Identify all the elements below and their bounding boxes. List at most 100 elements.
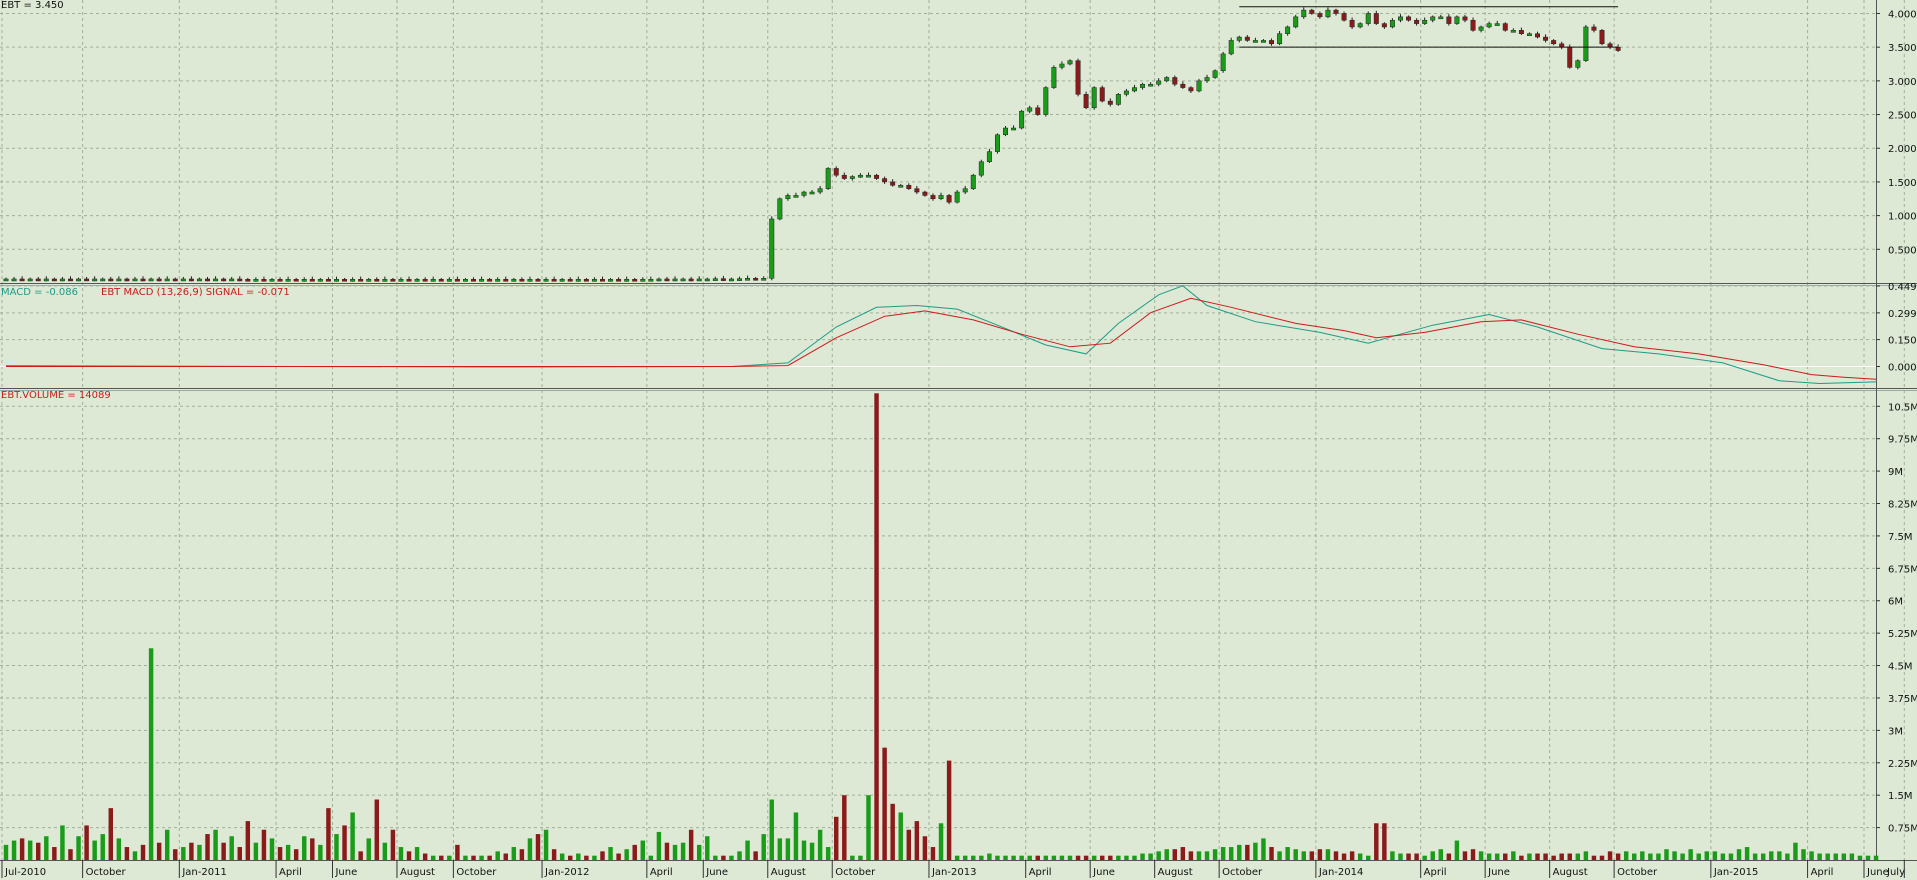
y-tick-label: 3.75M xyxy=(1888,694,1917,705)
volume-bar xyxy=(882,747,887,860)
candle-body xyxy=(1252,40,1258,43)
volume-bar xyxy=(1043,855,1049,860)
volume-bar xyxy=(293,849,299,860)
y-tick-label: 4.5M xyxy=(1888,662,1913,673)
volume-bar xyxy=(277,847,283,860)
candle-body xyxy=(712,278,718,281)
volume-bar xyxy=(1728,853,1734,860)
candle-body xyxy=(656,278,662,282)
candle-body xyxy=(100,278,106,282)
candle-body xyxy=(366,279,372,282)
volume-bar xyxy=(100,834,105,860)
candle-body xyxy=(1414,19,1420,24)
volume-bar xyxy=(551,849,557,860)
volume-bar xyxy=(1083,855,1089,860)
volume-bar xyxy=(809,842,815,860)
volume-bar xyxy=(1680,853,1685,860)
y-tick-label: 1.500 xyxy=(1888,178,1917,189)
candle-body xyxy=(229,278,235,282)
volume-bar xyxy=(1623,851,1629,860)
y-tick-label: 3.000 xyxy=(1888,77,1917,88)
volume-bar xyxy=(447,855,452,860)
candle-body xyxy=(1011,127,1017,131)
volume-bar xyxy=(1559,853,1564,860)
volume-bar xyxy=(914,821,920,860)
candle-body xyxy=(1365,13,1371,24)
volume-bar xyxy=(1760,853,1766,860)
volume-bar xyxy=(688,829,694,860)
candle-body xyxy=(1543,36,1549,41)
candle-body xyxy=(1317,13,1323,18)
x-tick-label: April xyxy=(1811,867,1834,878)
x-tick-label: Jan-2015 xyxy=(1713,867,1758,878)
volume-bar xyxy=(181,847,186,860)
candle-body xyxy=(817,188,823,193)
volume-bar xyxy=(753,851,758,860)
candle-body xyxy=(1470,19,1476,31)
volume-bar xyxy=(1269,847,1274,860)
candle-body xyxy=(221,278,227,282)
candle-body xyxy=(374,279,380,282)
macd-signal-label: EBT MACD (13,26,9) SIGNAL = -0.071 xyxy=(101,287,290,298)
volume-bar xyxy=(1051,855,1057,860)
candle-body xyxy=(1398,16,1403,21)
candle-body xyxy=(616,279,622,282)
y-tick-label: 3.500 xyxy=(1888,43,1917,54)
volume-bar xyxy=(656,831,662,860)
volume-bar xyxy=(1301,851,1306,860)
candle-body xyxy=(172,278,178,282)
candle-body xyxy=(648,279,654,282)
volume-bar xyxy=(511,847,517,860)
candle-body xyxy=(1260,40,1266,43)
candle-body xyxy=(261,279,267,282)
volume-bar xyxy=(1575,853,1581,860)
x-tick-label: October xyxy=(1617,867,1658,878)
volume-bar xyxy=(713,855,718,860)
volume-bar xyxy=(132,851,138,860)
candle-body xyxy=(1293,16,1299,28)
volume-bar xyxy=(1220,847,1226,860)
volume-bar xyxy=(463,855,468,860)
volume-bar xyxy=(664,842,670,860)
candle-body xyxy=(1132,87,1137,92)
volume-bar xyxy=(1366,855,1371,860)
volume-bar xyxy=(729,855,734,860)
candle-body xyxy=(132,278,138,282)
x-tick-label: April xyxy=(1424,867,1447,878)
y-tick-label: 0.75M xyxy=(1888,824,1917,835)
y-tick-label: 1.000 xyxy=(1888,212,1917,223)
candle-body xyxy=(672,278,678,282)
volume-bar xyxy=(1245,844,1250,860)
y-tick-label: 8.25M xyxy=(1888,500,1917,511)
volume-bar xyxy=(519,849,525,860)
candle-body xyxy=(11,278,17,282)
candle-body xyxy=(1389,19,1395,28)
candle-body xyxy=(406,279,412,282)
volume-bar xyxy=(1615,853,1621,860)
volume-bar xyxy=(1140,853,1145,860)
candle-body xyxy=(277,279,283,282)
volume-bar xyxy=(245,821,251,860)
volume-bar xyxy=(1406,853,1411,860)
x-tick-label: April xyxy=(1029,867,1052,878)
volume-bar xyxy=(1204,851,1210,860)
x-tick-label: July xyxy=(1886,867,1905,878)
volume-bar xyxy=(406,851,412,860)
volume-bar xyxy=(1075,855,1081,860)
candle-body xyxy=(890,181,896,186)
candle-body xyxy=(874,174,880,179)
candle-body xyxy=(3,278,9,282)
candle-body xyxy=(954,191,960,203)
candle-body xyxy=(737,278,742,281)
candle-body xyxy=(454,279,460,282)
x-tick-label: August xyxy=(1553,867,1588,878)
candle-body xyxy=(664,278,670,282)
volume-bar xyxy=(898,812,903,860)
volume-bar xyxy=(148,648,154,860)
candle-body xyxy=(140,278,146,282)
candle-body xyxy=(1035,107,1041,115)
volume-bar xyxy=(1374,823,1379,860)
volume-bar xyxy=(696,844,702,860)
y-tick-label: 0.500 xyxy=(1888,245,1917,256)
volume-bar xyxy=(503,853,508,860)
